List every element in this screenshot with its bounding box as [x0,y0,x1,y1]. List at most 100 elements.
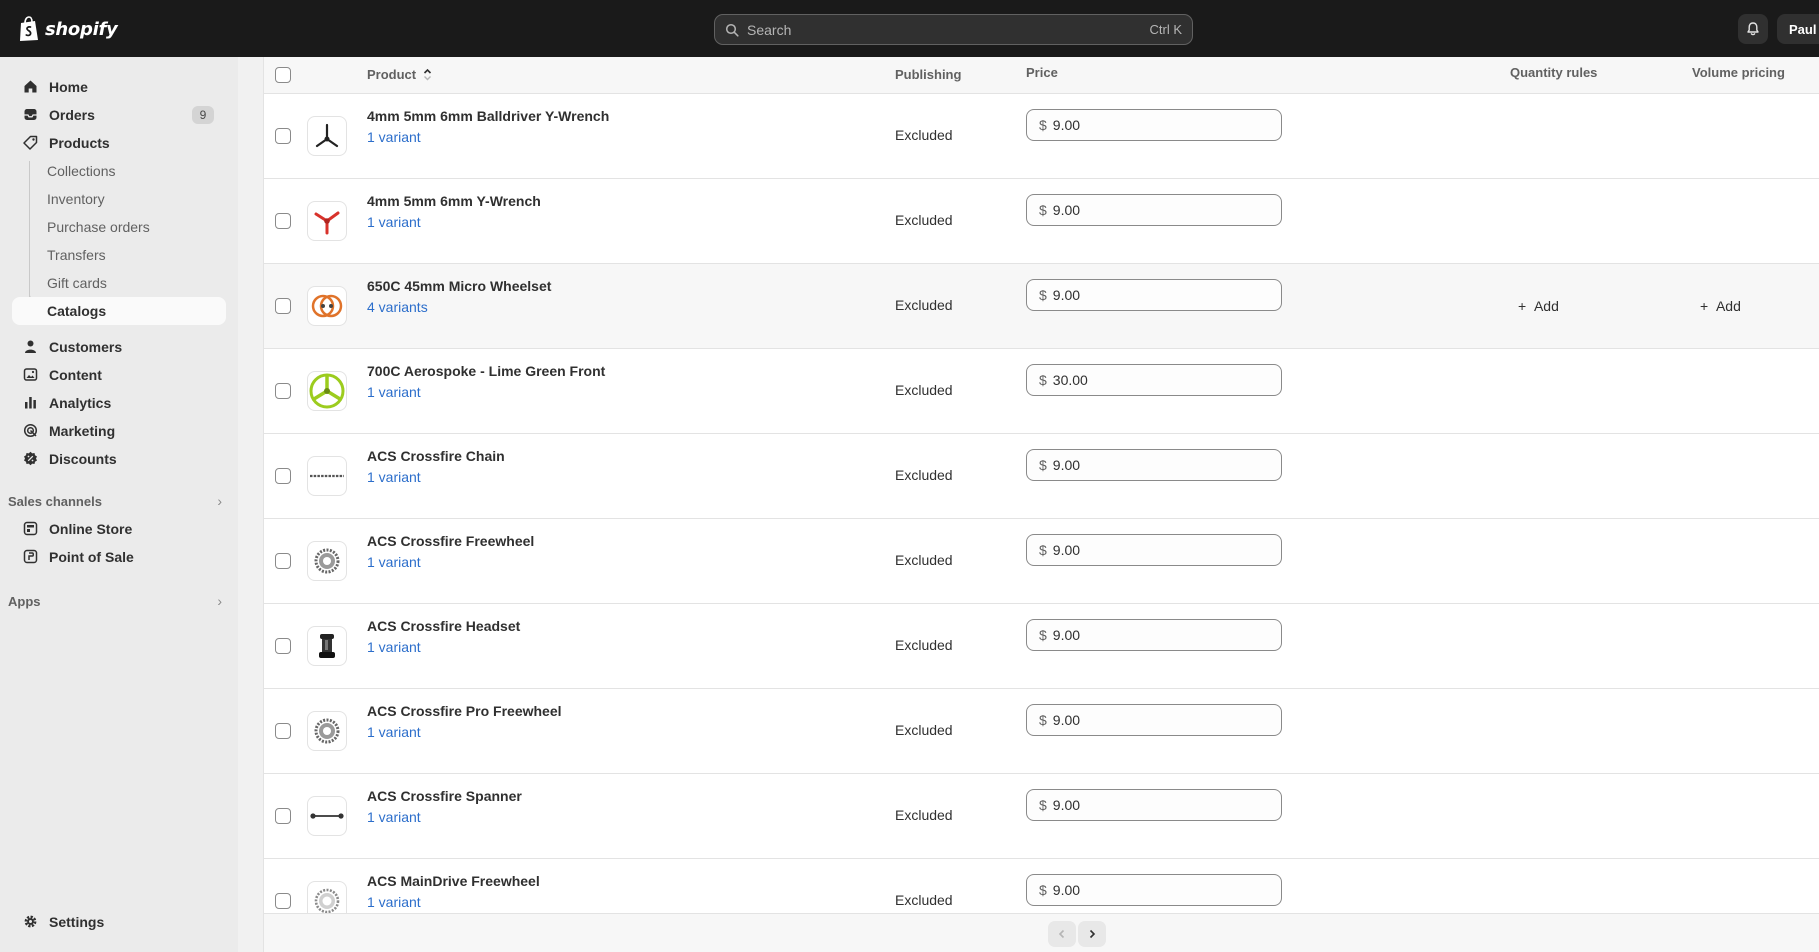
price-input[interactable] [1052,457,1253,473]
variants-link[interactable]: 1 variant [367,894,421,910]
nav-collections[interactable]: Collections [47,158,115,184]
table-row[interactable]: ACS Crossfire Headset 1 variant Excluded… [264,604,1819,689]
row-checkbox[interactable] [275,553,291,569]
product-name[interactable]: ACS Crossfire Spanner [367,788,522,804]
nav-orders[interactable]: Orders 9 [12,101,226,128]
sales-channels-header[interactable]: Sales channels › [8,493,222,509]
price-input[interactable] [1052,797,1253,813]
price-field[interactable]: $ [1026,109,1282,141]
product-name[interactable]: 700C Aerospoke - Lime Green Front [367,363,605,379]
nav-analytics[interactable]: Analytics [12,389,226,416]
row-checkbox[interactable] [275,808,291,824]
price-field[interactable]: $ [1026,279,1282,311]
variants-link[interactable]: 1 variant [367,639,421,655]
nav-customers[interactable]: Customers [12,333,226,360]
row-checkbox[interactable] [275,893,291,909]
row-checkbox[interactable] [275,638,291,654]
search-input[interactable] [747,21,1150,38]
notifications-button[interactable] [1738,14,1768,44]
row-checkbox[interactable] [275,128,291,144]
variants-link[interactable]: 4 variants [367,299,428,315]
variants-link[interactable]: 1 variant [367,554,421,570]
row-checkbox[interactable] [275,298,291,314]
variants-link[interactable]: 1 variant [367,809,421,825]
price-field[interactable]: $ [1026,619,1282,651]
product-thumbnail[interactable] [307,626,347,666]
variants-link[interactable]: 1 variant [367,214,421,230]
product-thumbnail[interactable] [307,371,347,411]
product-thumbnail[interactable] [307,286,347,326]
variants-link[interactable]: 1 variant [367,724,421,740]
product-thumbnail[interactable] [307,541,347,581]
table-row[interactable]: ACS Crossfire Spanner 1 variant Excluded… [264,774,1819,859]
add-quantity-rules-button[interactable]: + Add [1518,298,1559,314]
next-page-button[interactable] [1078,921,1106,947]
table-row[interactable]: ACS Crossfire Freewheel 1 variant Exclud… [264,519,1819,604]
price-input[interactable] [1052,627,1253,643]
table-row[interactable]: 650C 45mm Micro Wheelset 4 variants Excl… [264,264,1819,349]
nav-purchase-orders[interactable]: Purchase orders [47,214,150,240]
product-thumbnail[interactable] [307,456,347,496]
select-all-checkbox[interactable] [275,67,291,83]
table-row[interactable]: 700C Aerospoke - Lime Green Front 1 vari… [264,349,1819,434]
nav-catalogs[interactable]: Catalogs [12,297,226,325]
price-field[interactable]: $ [1026,364,1282,396]
previous-page-button[interactable] [1048,921,1076,947]
table-row[interactable]: 4mm 5mm 6mm Y-Wrench 1 variant Excluded … [264,179,1819,264]
price-field[interactable]: $ [1026,789,1282,821]
variants-link[interactable]: 1 variant [367,469,421,485]
variants-link[interactable]: 1 variant [367,129,421,145]
row-checkbox[interactable] [275,468,291,484]
price-input[interactable] [1052,372,1253,388]
table-row[interactable]: 4mm 5mm 6mm Balldriver Y-Wrench 1 varian… [264,94,1819,179]
product-name[interactable]: ACS Crossfire Freewheel [367,533,534,549]
price-input[interactable] [1052,542,1253,558]
row-checkbox[interactable] [275,383,291,399]
currency-symbol: $ [1039,202,1047,218]
price-input[interactable] [1052,882,1253,898]
product-name[interactable]: ACS Crossfire Pro Freewheel [367,703,562,719]
product-thumbnail[interactable] [307,711,347,751]
price-input[interactable] [1052,202,1253,218]
nav-discounts[interactable]: Discounts [12,445,226,472]
nav-home[interactable]: Home [12,73,226,100]
nav-marketing[interactable]: Marketing [12,417,226,444]
product-name[interactable]: ACS Crossfire Chain [367,448,505,464]
table-row[interactable]: ACS Crossfire Chain 1 variant Excluded $ [264,434,1819,519]
price-input[interactable] [1052,287,1253,303]
nav-settings[interactable]: Settings [12,908,226,935]
nav-gift-cards[interactable]: Gift cards [47,270,107,296]
user-menu-button[interactable]: Paul R [1777,14,1819,44]
product-thumbnail[interactable] [307,796,347,836]
row-checkbox[interactable] [275,213,291,229]
price-field[interactable]: $ [1026,449,1282,481]
nav-inventory[interactable]: Inventory [47,186,105,212]
nav-online-store[interactable]: Online Store [12,515,226,542]
column-header-product[interactable]: Product [367,67,432,82]
product-name[interactable]: ACS MainDrive Freewheel [367,873,540,889]
price-field[interactable]: $ [1026,194,1282,226]
pagination-bar [264,913,1819,952]
search-bar[interactable]: Ctrl K [714,14,1193,45]
product-thumbnail[interactable] [307,116,347,156]
table-row[interactable]: ACS Crossfire Pro Freewheel 1 variant Ex… [264,689,1819,774]
product-name[interactable]: 4mm 5mm 6mm Balldriver Y-Wrench [367,108,609,124]
add-volume-pricing-button[interactable]: + Add [1700,298,1741,314]
nav-transfers[interactable]: Transfers [47,242,106,268]
variants-link[interactable]: 1 variant [367,384,421,400]
row-checkbox[interactable] [275,723,291,739]
price-field[interactable]: $ [1026,534,1282,566]
product-name[interactable]: ACS Crossfire Headset [367,618,520,634]
price-field[interactable]: $ [1026,704,1282,736]
product-name[interactable]: 4mm 5mm 6mm Y-Wrench [367,193,541,209]
apps-header[interactable]: Apps › [8,593,222,609]
price-field[interactable]: $ [1026,874,1282,906]
product-thumbnail[interactable] [307,201,347,241]
nav-point-of-sale[interactable]: Point of Sale [12,543,226,570]
nav-content[interactable]: Content [12,361,226,388]
price-input[interactable] [1052,712,1253,728]
nav-products[interactable]: Products [12,129,226,156]
product-name[interactable]: 650C 45mm Micro Wheelset [367,278,551,294]
price-input[interactable] [1052,117,1253,133]
shopify-logo[interactable]: shopify [18,16,118,42]
